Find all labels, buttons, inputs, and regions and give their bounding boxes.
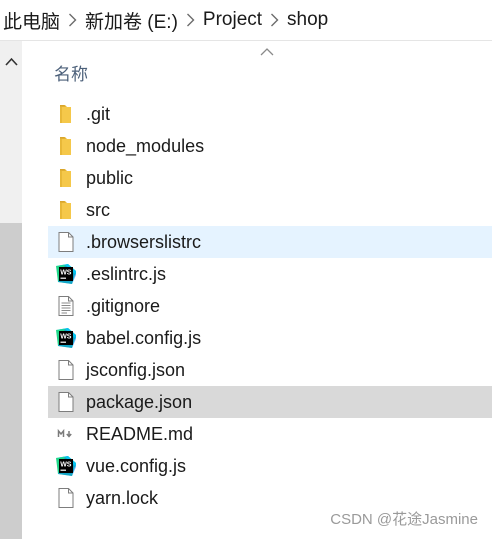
chevron-right-icon[interactable]	[270, 13, 279, 27]
file-name: node_modules	[86, 136, 205, 156]
webstorm-file-icon: WS	[55, 455, 77, 477]
file-name: babel.config.js	[86, 328, 202, 348]
file-row[interactable]: jsconfig.json	[48, 354, 492, 386]
file-row[interactable]: WS babel.config.js	[48, 322, 492, 354]
svg-text:WS: WS	[60, 462, 72, 469]
svg-text:WS: WS	[60, 270, 72, 277]
file-name: vue.config.js	[86, 456, 187, 476]
file-row[interactable]: src	[48, 194, 492, 226]
breadcrumb-item-drive[interactable]: 新加卷 (E:)	[85, 7, 178, 34]
file-row[interactable]: package.json	[48, 386, 492, 418]
folder-icon	[55, 167, 77, 189]
file-row[interactable]: node_modules	[48, 130, 492, 162]
svg-text:WS: WS	[60, 334, 72, 341]
column-header-name[interactable]: 名称	[54, 60, 88, 85]
breadcrumb-item-project[interactable]: Project	[203, 9, 262, 31]
vertical-scrollbar[interactable]	[0, 41, 22, 539]
blank-file-icon	[55, 487, 77, 509]
chevron-up-icon	[4, 57, 18, 66]
file-name: .gitignore	[86, 296, 161, 316]
breadcrumb-item-this-pc[interactable]: 此电脑	[3, 7, 60, 34]
file-row[interactable]: README.md	[48, 418, 492, 450]
column-header[interactable]: 名称	[22, 41, 492, 97]
file-list: .git node_modules public src .browsersli…	[48, 98, 492, 514]
chevron-right-icon[interactable]	[68, 13, 77, 27]
file-name: package.json	[86, 392, 193, 412]
folder-icon	[55, 103, 77, 125]
file-name: yarn.lock	[86, 488, 159, 508]
chevron-right-icon[interactable]	[186, 13, 195, 27]
folder-icon	[55, 135, 77, 157]
file-row[interactable]: .gitignore	[48, 290, 492, 322]
file-name: .browserslistrc	[86, 232, 202, 252]
file-name: public	[86, 168, 134, 188]
file-name: README.md	[86, 424, 194, 444]
file-row[interactable]: .git	[48, 98, 492, 130]
file-row[interactable]: WS .eslintrc.js	[48, 258, 492, 290]
webstorm-file-icon: WS	[55, 263, 77, 285]
file-row[interactable]: public	[48, 162, 492, 194]
breadcrumb-item-shop[interactable]: shop	[287, 9, 328, 31]
scrollbar-thumb[interactable]	[0, 223, 22, 539]
file-name: .eslintrc.js	[86, 264, 167, 284]
markdown-file-icon	[55, 423, 77, 445]
file-row[interactable]: WS vue.config.js	[48, 450, 492, 482]
folder-icon	[55, 199, 77, 221]
text-file-icon	[55, 295, 77, 317]
scroll-up-button[interactable]	[0, 41, 22, 81]
blank-file-icon	[55, 391, 77, 413]
file-name: jsconfig.json	[86, 360, 186, 380]
blank-file-icon	[55, 231, 77, 253]
breadcrumb: 此电脑 新加卷 (E:) Project shop	[0, 0, 492, 40]
webstorm-file-icon: WS	[55, 327, 77, 349]
blank-file-icon	[55, 359, 77, 381]
watermark: CSDN @花途Jasmine	[330, 511, 478, 528]
file-name: .git	[86, 104, 111, 124]
file-row[interactable]: .browserslistrc	[48, 226, 492, 258]
file-name: src	[86, 200, 110, 220]
sort-ascending-icon	[260, 48, 274, 56]
